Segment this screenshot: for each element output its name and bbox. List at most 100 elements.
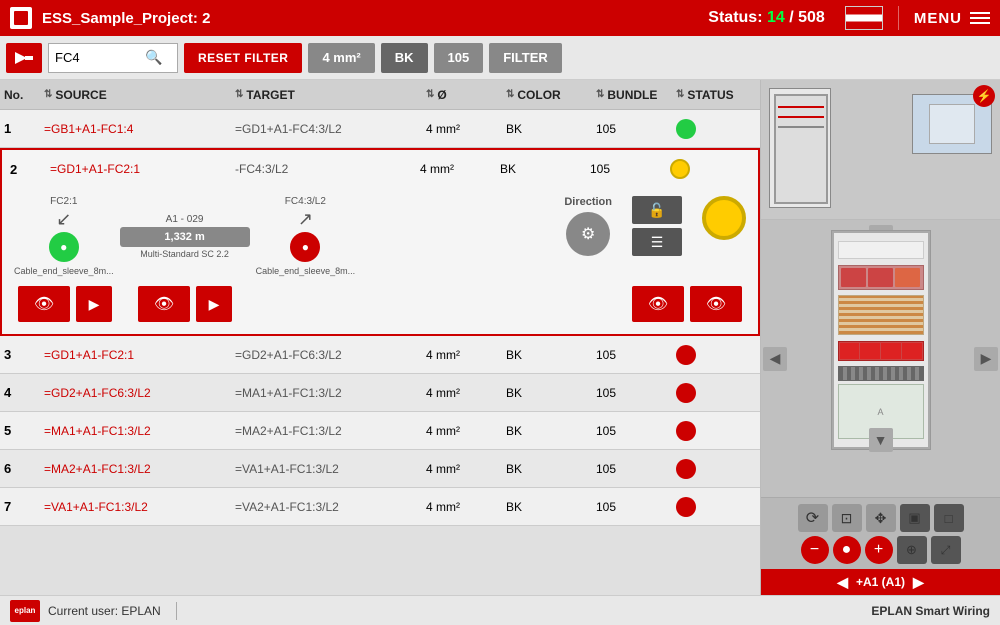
table-row[interactable]: 1 =GB1+A1-FC1:4 =GD1+A1-FC4:3/L2 4 mm² B… [0,110,760,148]
toolbar-btn-5[interactable]: □ [934,504,964,532]
toolbar-move-btn[interactable]: ⊕ [897,536,927,564]
cell-status [676,345,756,365]
eplan-logo-text: eplan [15,606,36,615]
play-button-1[interactable]: ▶ [76,286,112,322]
toolbar-minus-btn[interactable]: − [801,536,829,564]
status-label: Status: [708,9,762,26]
table-row[interactable]: 4 =GD2+A1-FC6:3/L2 =MA1+A1-FC1:3/L2 4 mm… [0,374,760,412]
toolbar-dot-btn[interactable]: ● [833,536,861,564]
lock-button[interactable]: 🔓 [632,196,682,224]
expanded-detail: FC2:1 ↙ ● Cable_end_sleeve_8m... A1 - 02… [6,188,754,334]
cell-target: =MA1+A1-FC1:3/L2 [235,386,426,400]
bottom-bar: eplan Current user: EPLAN EPLAN Smart Wi… [0,595,1000,625]
arrow-right-icon: ↗ [298,209,313,230]
play-button-2[interactable]: ▶ [196,286,232,322]
toolbar-plus-btn[interactable]: + [865,536,893,564]
col-header-color[interactable]: ⇅ COLOR [506,88,596,102]
cell-no: 5 [4,423,44,438]
table-row[interactable]: 5 =MA1+A1-FC1:3/L2 =MA2+A1-FC1:3/L2 4 mm… [0,412,760,450]
panel-top-thumbnails: ⚡ [761,80,1000,220]
menu-label: MENU [914,10,962,27]
table-row[interactable]: 6 =MA2+A1-FC1:3/L2 =VA1+A1-FC1:3/L2 4 mm… [0,450,760,488]
cell-diam: 4 mm² [426,424,506,438]
panel-nav-right[interactable]: ▶ [913,574,924,591]
status-display: Status: 14 / 508 [708,9,825,27]
cell-status [676,497,756,517]
panel-nav-left[interactable]: ◀ [837,574,848,591]
cell-target: =VA1+A1-FC1:3/L2 [235,462,426,476]
diam-filter-chip[interactable]: 4 mm² [308,43,374,73]
eye-button-4[interactable]: 👁 [690,286,742,322]
toolbar-row-2: − ● + ⊕ ⤢ [767,536,994,564]
cell-diam: 4 mm² [420,162,500,176]
menu-button[interactable]: MENU [914,10,990,27]
right-connector: ● [290,232,320,262]
nav-arrow-right[interactable]: ▶ [974,347,998,371]
wire-label: A1 - 029 [166,214,204,225]
col-header-target[interactable]: ⇅ TARGET [235,88,426,102]
cell-target: =VA2+A1-FC1:3/L2 [235,500,426,514]
wire-sublabel: Multi-Standard SC 2.2 [140,249,229,259]
color-filter-chip[interactable]: BK [381,43,428,73]
toolbar-btn-4[interactable]: ▣ [900,504,930,532]
hamburger-icon [970,12,990,24]
eye-button-1[interactable]: 👁 [18,286,70,322]
cell-bundle: 105 [596,424,676,438]
col-source-label: SOURCE [55,88,106,102]
direction-button[interactable]: ⚙ [566,212,610,256]
sort-bundle-icon: ⇅ [596,89,604,100]
cell-bundle: 105 [596,386,676,400]
search-input[interactable] [55,50,145,65]
status-circle-large [702,196,746,240]
toolbar-btn-1[interactable]: ⟳ [798,504,828,532]
cell-source: =GD2+A1-FC6:3/L2 [44,386,235,400]
navigate-button[interactable] [6,43,42,73]
col-header-bundle[interactable]: ⇅ BUNDLE [596,88,676,102]
status-dot-yellow [670,159,690,179]
search-icon[interactable]: 🔍 [145,49,162,66]
cell-no: 1 [4,121,44,136]
right-panel: ⚡ ▲ [760,80,1000,595]
toolbar-btn-2[interactable]: ⊡ [832,504,862,532]
col-target-label: TARGET [246,88,294,102]
panel-action-button[interactable]: ⚡ [973,85,995,107]
bundle-filter-chip[interactable]: 105 [434,43,484,73]
status-dot-red [676,459,696,479]
list-icon: ☰ [651,234,664,251]
toolbar-btn-3[interactable]: ✥ [866,504,896,532]
nav-arrow-left[interactable]: ◀ [763,347,787,371]
list-button[interactable]: ☰ [632,228,682,256]
sort-status-icon: ⇅ [676,89,684,100]
table-row-expanded[interactable]: 2 =GD1+A1-FC2:1 -FC4:3/L2 4 mm² BK 105 [0,148,760,336]
col-header-source[interactable]: ⇅ SOURCE [44,88,235,102]
eye-button-2[interactable]: 👁 [138,286,190,322]
table-row[interactable]: 7 =VA1+A1-FC1:3/L2 =VA2+A1-FC1:3/L2 4 mm… [0,488,760,526]
action-buttons: 🔓 ☰ [632,196,682,256]
flag-icon [845,6,883,30]
col-bundle-label: BUNDLE [607,88,657,102]
table-row[interactable]: 3 =GD1+A1-FC2:1 =GD2+A1-FC6:3/L2 4 mm² B… [0,336,760,374]
toolbar-expand-btn[interactable]: ⤢ [931,536,961,564]
search-box: 🔍 [48,43,178,73]
cell-bundle: 105 [590,162,670,176]
filter-button[interactable]: FILTER [489,43,562,73]
panel-toolbar: ⟳ ⊡ ✥ ▣ □ − ● + ⊕ ⤢ [761,497,1000,569]
sort-diam-icon: ⇅ [426,89,434,100]
col-header-status[interactable]: ⇅ STATUS [676,88,756,102]
current-user-label: Current user: EPLAN [48,604,161,618]
eye-button-3[interactable]: 👁 [632,286,684,322]
nav-arrow-down[interactable]: ▼ [869,428,893,452]
direction-section: Direction ⚙ [564,196,612,256]
left-connector: ● [49,232,79,262]
table-header: No. ⇅ SOURCE ⇅ TARGET ⇅ Ø ⇅ COLOR ⇅ BUND… [0,80,760,110]
reset-filter-button[interactable]: RESET FILTER [184,43,302,73]
play-icon-2: ▶ [209,296,220,313]
cell-status [676,421,756,441]
sort-source-icon: ⇅ [44,89,52,100]
status-separator: / [789,9,798,26]
col-header-diam[interactable]: ⇅ Ø [426,88,506,102]
cell-diam: 4 mm² [426,462,506,476]
cell-color: BK [506,424,596,438]
cell-no: 6 [4,461,44,476]
eye-icon-3: 👁 [648,294,668,314]
